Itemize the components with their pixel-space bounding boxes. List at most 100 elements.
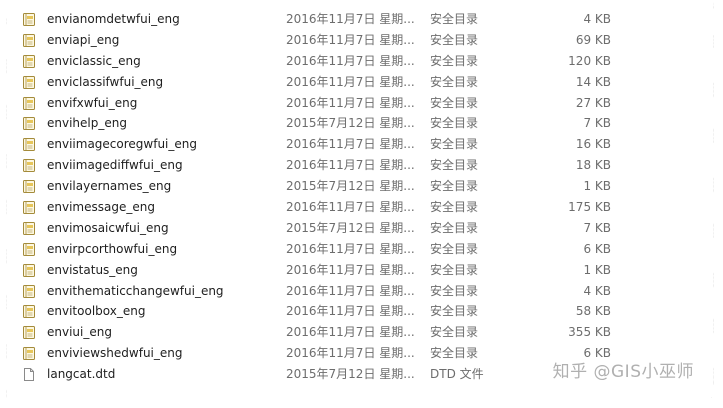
file-type: 安全目录 xyxy=(430,74,479,89)
file-row[interactable]: enviimagecoregwfui_eng 2016年11月7日 星期... … xyxy=(20,134,620,155)
file-date: 2016年11月7日 星期... xyxy=(286,74,415,89)
file-row[interactable]: envithematicchangewfui_eng 2016年11月7日 星期… xyxy=(20,281,620,302)
file-type: 安全目录 xyxy=(430,241,479,256)
security-catalog-icon xyxy=(22,221,36,236)
file-size: 16 KB xyxy=(575,137,611,152)
file-list: envianomdetwfui_eng 2016年11月7日 星期... 安全目… xyxy=(20,9,620,385)
file-row[interactable]: envilayernames_eng 2015年7月12日 星期... 安全目录… xyxy=(20,176,620,197)
file-row[interactable]: enviviewshedwfui_eng 2016年11月7日 星期... 安全… xyxy=(20,343,620,364)
file-type: 安全目录 xyxy=(430,200,479,215)
file-type: 安全目录 xyxy=(430,95,479,110)
file-date: 2016年11月7日 星期... xyxy=(286,32,415,47)
file-name: envilayernames_eng xyxy=(47,179,172,194)
file-date: 2016年11月7日 星期... xyxy=(286,304,415,319)
file-row[interactable]: envianomdetwfui_eng 2016年11月7日 星期... 安全目… xyxy=(20,9,620,30)
file-date: 2016年11月7日 星期... xyxy=(286,346,415,361)
file-type: 安全目录 xyxy=(430,220,479,235)
file-date: 2016年11月7日 星期... xyxy=(286,12,415,26)
file-size: 1 KB xyxy=(583,262,611,277)
file-name: envimosaicwfui_eng xyxy=(47,220,169,235)
file-size: 18 KB xyxy=(575,158,611,173)
file-name: envifxwfui_eng xyxy=(47,95,138,110)
file-date: 2016年11月7日 星期... xyxy=(286,200,415,215)
file-row[interactable]: envihelp_eng 2015年7月12日 星期... 安全目录 7 KB xyxy=(20,113,620,134)
file-row[interactable]: envimessage_eng 2016年11月7日 星期... 安全目录 17… xyxy=(20,197,620,218)
file-name: enviui_eng xyxy=(47,325,112,340)
security-catalog-icon xyxy=(22,75,36,90)
file-type: 安全目录 xyxy=(430,116,479,131)
file-row[interactable]: enviclassic_eng 2016年11月7日 星期... 安全目录 12… xyxy=(20,51,620,72)
file-name: enviimagecoregwfui_eng xyxy=(47,137,197,152)
file-date: 2016年11月7日 星期... xyxy=(286,325,415,340)
file-type: 安全目录 xyxy=(430,32,479,47)
file-date: 2016年11月7日 星期... xyxy=(286,262,415,277)
file-name: envithematicchangewfui_eng xyxy=(47,283,224,298)
file-size: 1 KB xyxy=(583,179,611,194)
file-name: envistatus_eng xyxy=(47,262,138,277)
file-size: 4 KB xyxy=(583,283,611,298)
file-type: 安全目录 xyxy=(430,304,479,319)
file-type: 安全目录 xyxy=(430,137,479,152)
file-date: 2016年11月7日 星期... xyxy=(286,241,415,256)
file-row[interactable]: envifxwfui_eng 2016年11月7日 星期... 安全目录 27 … xyxy=(20,93,620,114)
file-date: 2016年11月7日 星期... xyxy=(286,95,415,110)
file-date: 2016年11月7日 星期... xyxy=(286,53,415,68)
security-catalog-icon xyxy=(22,179,36,194)
security-catalog-icon xyxy=(22,200,36,215)
file-name: envianomdetwfui_eng xyxy=(47,12,180,26)
file-date: 2015年7月12日 星期... xyxy=(286,179,415,194)
file-type: DTD 文件 xyxy=(430,367,484,382)
watermark: 知乎 @GIS小巫师 xyxy=(552,362,694,382)
file-row[interactable]: envimosaicwfui_eng 2015年7月12日 星期... 安全目录… xyxy=(20,218,620,239)
file-size: 69 KB xyxy=(575,32,611,47)
file-row[interactable]: enviclassifwfui_eng 2016年11月7日 星期... 安全目… xyxy=(20,72,620,93)
file-name: envihelp_eng xyxy=(47,116,127,131)
file-date: 2015年7月12日 星期... xyxy=(286,367,415,382)
file-row[interactable]: langcat.dtd 2015年7月12日 星期... DTD 文件 xyxy=(20,364,620,385)
security-catalog-icon xyxy=(22,12,36,27)
file-row[interactable]: envirpcorthowfui_eng 2016年11月7日 星期... 安全… xyxy=(20,239,620,260)
file-name: langcat.dtd xyxy=(47,367,116,382)
file-type: 安全目录 xyxy=(430,53,479,68)
file-date: 2015年7月12日 星期... xyxy=(286,220,415,235)
security-catalog-icon xyxy=(22,346,36,361)
file-row[interactable]: enviui_eng 2016年11月7日 星期... 安全目录 355 KB xyxy=(20,322,620,343)
file-name: envitoolbox_eng xyxy=(47,304,146,319)
security-catalog-icon xyxy=(22,116,36,131)
file-row[interactable]: enviimagediffwfui_eng 2016年11月7日 星期... 安… xyxy=(20,155,620,176)
file-size: 7 KB xyxy=(583,116,611,131)
file-size: 14 KB xyxy=(575,74,611,89)
security-catalog-icon xyxy=(22,96,36,111)
security-catalog-icon xyxy=(22,54,36,69)
file-name: enviapi_eng xyxy=(47,32,120,47)
file-date: 2016年11月7日 星期... xyxy=(286,137,415,152)
file-explorer-screenshot: envianomdetwfui_eng 2016年11月7日 星期... 安全目… xyxy=(6,2,714,398)
dtd-file-icon xyxy=(22,367,36,382)
file-name: enviclassic_eng xyxy=(47,53,141,68)
file-size: 355 KB xyxy=(568,325,611,340)
file-date: 2015年7月12日 星期... xyxy=(286,116,415,131)
file-size: 6 KB xyxy=(583,241,611,256)
security-catalog-icon xyxy=(22,33,36,48)
file-name: enviviewshedwfui_eng xyxy=(47,346,183,361)
file-type: 安全目录 xyxy=(430,346,479,361)
file-row[interactable]: envistatus_eng 2016年11月7日 星期... 安全目录 1 K… xyxy=(20,260,620,281)
file-type: 安全目录 xyxy=(430,12,479,26)
file-type: 安全目录 xyxy=(430,158,479,173)
file-row[interactable]: envitoolbox_eng 2016年11月7日 星期... 安全目录 58… xyxy=(20,301,620,322)
file-name: enviclassifwfui_eng xyxy=(47,74,164,89)
file-size: 175 KB xyxy=(568,200,611,215)
file-type: 安全目录 xyxy=(430,262,479,277)
file-type: 安全目录 xyxy=(430,283,479,298)
file-row[interactable]: enviapi_eng 2016年11月7日 星期... 安全目录 69 KB xyxy=(20,30,620,51)
file-type: 安全目录 xyxy=(430,179,479,194)
file-size: 120 KB xyxy=(568,53,611,68)
security-catalog-icon xyxy=(22,304,36,319)
file-date: 2016年11月7日 星期... xyxy=(286,283,415,298)
file-name: enviimagediffwfui_eng xyxy=(47,158,183,173)
file-size: 58 KB xyxy=(575,304,611,319)
file-name: envimessage_eng xyxy=(47,200,155,215)
file-name: envirpcorthowfui_eng xyxy=(47,241,178,256)
security-catalog-icon xyxy=(22,284,36,299)
security-catalog-icon xyxy=(22,242,36,257)
